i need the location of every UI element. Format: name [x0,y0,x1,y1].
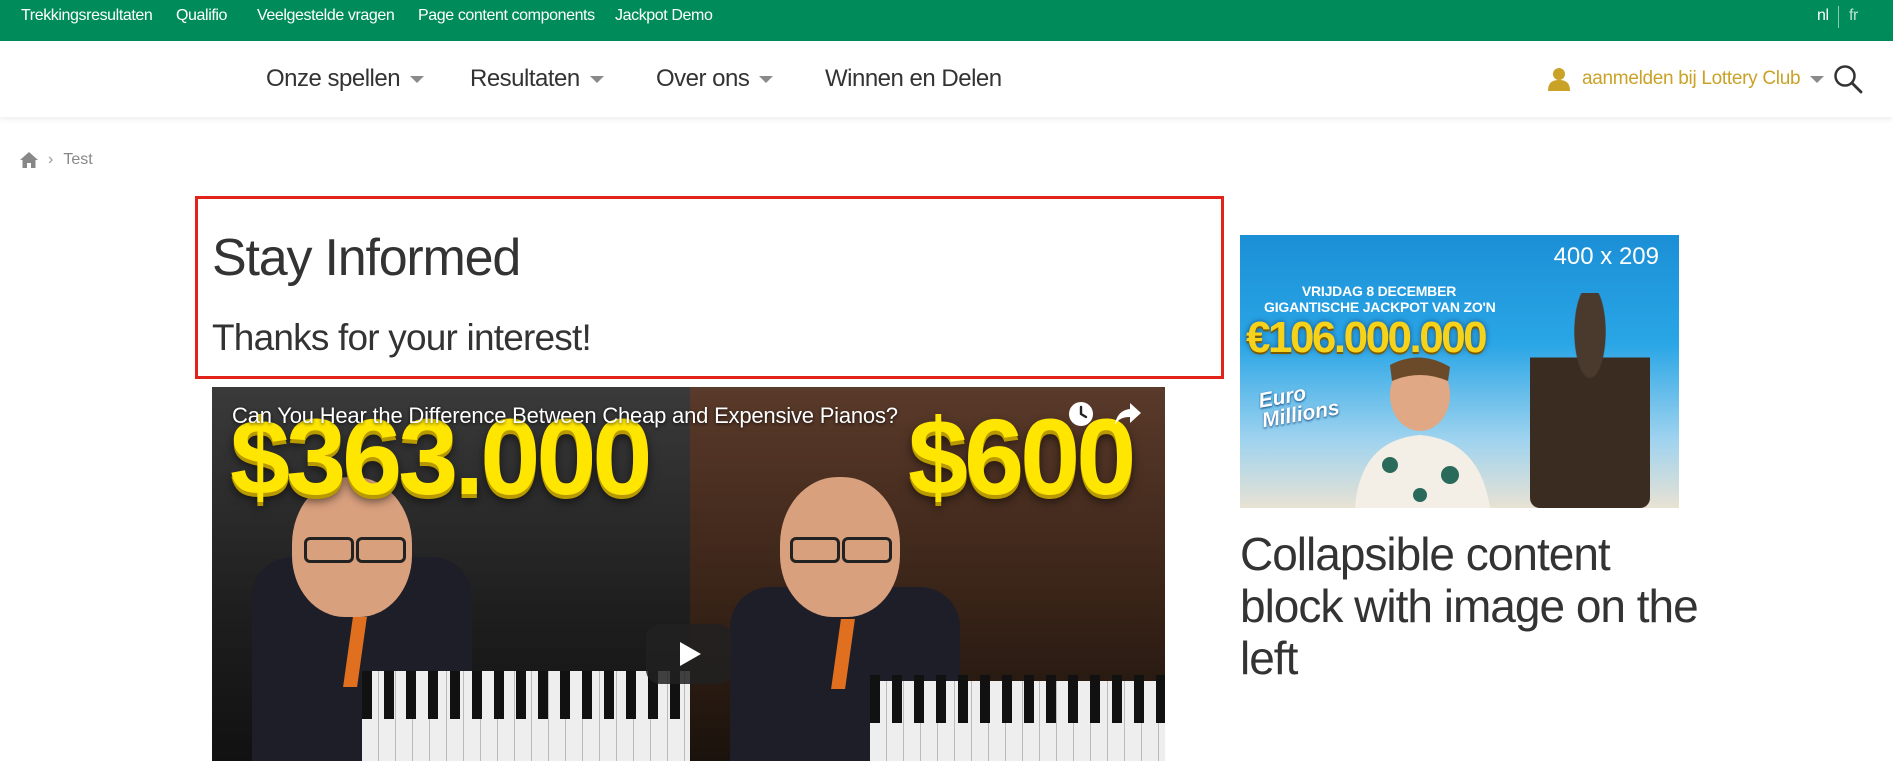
page-subtitle: Thanks for your interest! [212,317,592,358]
nav-item-label: Winnen en Delen [825,65,1002,92]
ad-banner[interactable]: 400 x 209 VRIJDAG 8 DECEMBER GIGANTISCHE… [1240,235,1679,508]
chevron-down-icon [1810,75,1825,83]
nav-item-label: Resultaten [470,65,580,92]
nav-item-label: Over ons [656,65,750,92]
nav-item-onze-spellen[interactable]: Onze spellen [266,41,425,117]
language-nl[interactable]: nl [1817,0,1829,32]
main-navigation: Onze spellen Resultaten Over ons Winnen … [0,41,1893,117]
breadcrumb-separator: › [48,151,54,168]
search-icon[interactable] [1833,64,1863,94]
nav-item-winnen-en-delen[interactable]: Winnen en Delen [825,41,1002,117]
chevron-down-icon [410,75,425,83]
topbar-link-trekkingsresultaten[interactable]: Trekkingsresultaten [21,0,153,32]
nav-item-over-ons[interactable]: Over ons [656,41,774,117]
top-utility-bar: Trekkingsresultaten Qualifio Veelgesteld… [0,0,1893,41]
collapsible-block-title: Collapsible content block with image on … [1240,528,1699,684]
login-label: aanmelden bij Lottery Club [1582,68,1801,89]
ad-jackpot-amount: €106.000.000 [1246,313,1488,362]
statue-image [1530,293,1650,508]
breadcrumb-current: Test [63,151,93,168]
ad-size-label: 400 x 209 [1553,243,1659,270]
video-price-right: $600 [908,396,1136,517]
watch-later-icon[interactable] [1068,401,1094,427]
topbar-link-qualifio[interactable]: Qualifio [176,0,227,32]
video-player[interactable]: $363.000 $600 Can You Hear the Differenc… [212,387,1165,761]
ad-date-text: VRIJDAG 8 DECEMBER GIGANTISCHE JACKPOT V… [1264,283,1496,315]
login-menu[interactable]: aanmelden bij Lottery Club [1548,41,1825,117]
video-title[interactable]: Can You Hear the Difference Between Chea… [232,403,898,429]
language-fr[interactable]: fr [1849,0,1858,32]
home-icon[interactable] [20,152,38,168]
language-separator [1838,6,1839,28]
chevron-down-icon [589,75,604,83]
euromillions-logo: Euro Millions [1257,379,1341,433]
man-image [1355,357,1490,508]
topbar-link-page-content-components[interactable]: Page content components [418,0,595,32]
share-icon[interactable] [1114,401,1142,427]
topbar-link-jackpot-demo[interactable]: Jackpot Demo [615,0,713,32]
play-icon [680,642,701,666]
ad-date-line1: VRIJDAG 8 DECEMBER [1301,283,1457,299]
chevron-down-icon [759,75,774,83]
nav-item-label: Onze spellen [266,65,401,92]
page-title: Stay Informed [212,229,521,287]
user-icon [1548,68,1570,91]
breadcrumb: › Test [20,148,93,172]
nav-item-resultaten[interactable]: Resultaten [470,41,604,117]
play-button[interactable] [646,624,732,684]
topbar-link-veelgestelde-vragen[interactable]: Veelgestelde vragen [257,0,395,32]
